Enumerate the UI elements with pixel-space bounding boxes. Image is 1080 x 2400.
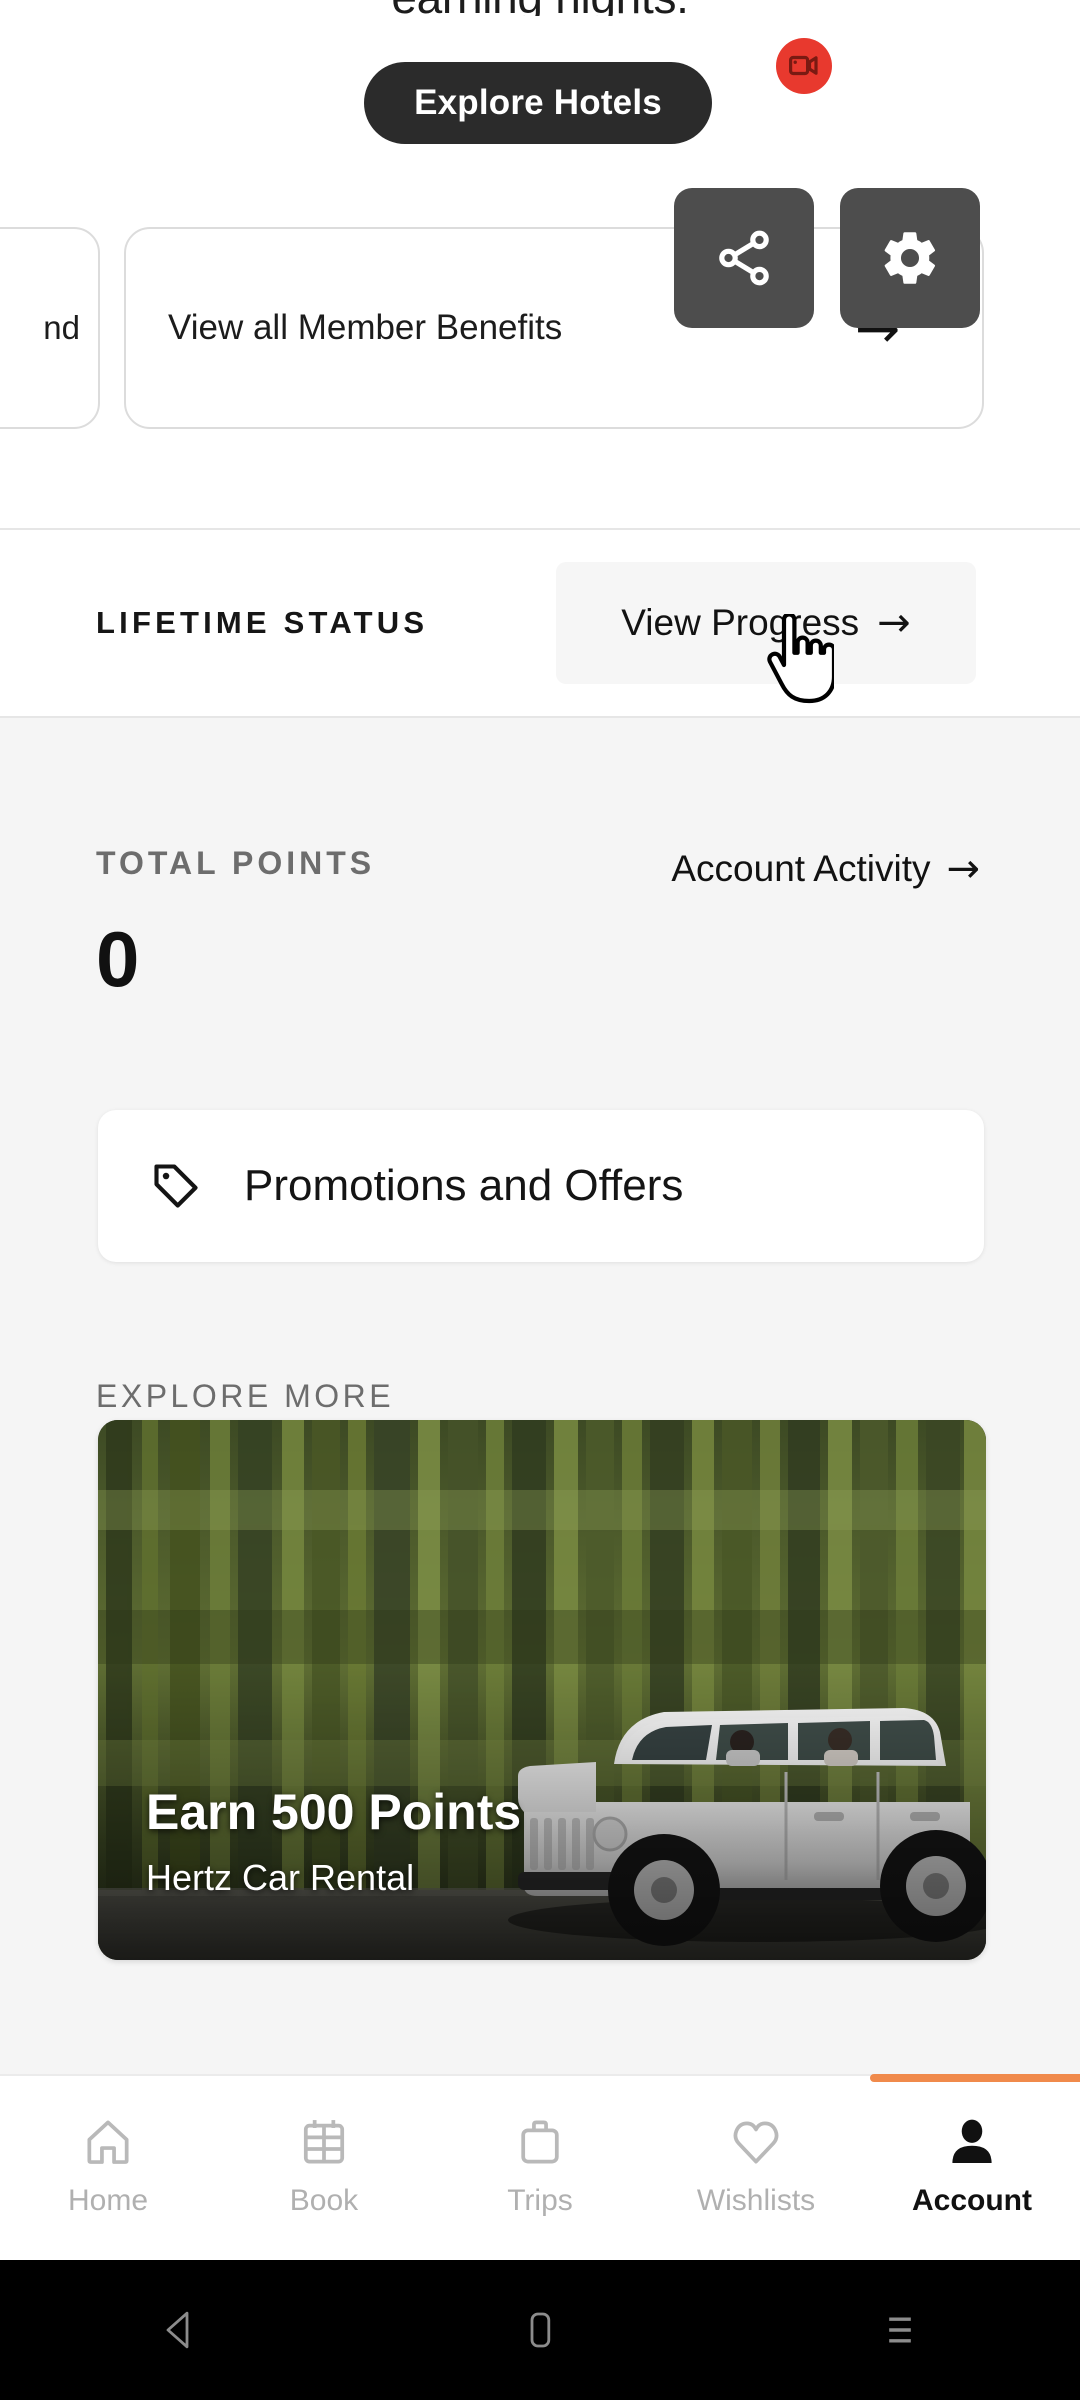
calendar-icon bbox=[303, 2120, 345, 2164]
tab-book-label: Book bbox=[289, 2184, 359, 2217]
promotions-and-offers-label: Promotions and Offers bbox=[244, 1161, 684, 1210]
suitcase-icon bbox=[521, 2120, 559, 2164]
explore-hotels-button[interactable]: Explore Hotels bbox=[364, 62, 712, 144]
android-back-button[interactable] bbox=[100, 2260, 260, 2400]
tab-account[interactable]: Account bbox=[864, 2074, 1080, 2262]
gear-icon bbox=[884, 232, 936, 284]
tag-icon bbox=[154, 1164, 198, 1208]
carousel-card-partial[interactable]: nd bbox=[0, 227, 100, 429]
video-camera-icon bbox=[789, 55, 818, 76]
heart-icon bbox=[733, 2121, 779, 2164]
triangle-back-icon bbox=[166, 2311, 189, 2349]
carousel-card-partial-label: nd bbox=[43, 309, 80, 346]
top-white-section: earning nights. Explore Hotels nd View a… bbox=[0, 0, 1080, 528]
tab-trips[interactable]: Trips bbox=[432, 2076, 648, 2262]
person-icon bbox=[952, 2119, 992, 2163]
mouse-cursor-pointer bbox=[760, 612, 837, 711]
lifetime-status-label: LIFETIME STATUS bbox=[96, 605, 429, 640]
hertz-card-text: Earn 500 Points Hertz Car Rental bbox=[146, 1782, 521, 1904]
account-activity-label: Account Activity bbox=[671, 848, 931, 889]
rounded-square-home-icon bbox=[530, 2312, 551, 2348]
tab-wishlists-label: Wishlists bbox=[696, 2184, 816, 2217]
tab-wishlists[interactable]: Wishlists bbox=[648, 2076, 864, 2262]
home-icon bbox=[87, 2120, 129, 2164]
explore-more-card-hertz[interactable]: Earn 500 Points Hertz Car Rental bbox=[98, 1420, 986, 1960]
account-activity-arrow-icon: → bbox=[946, 846, 980, 892]
bottom-tab-bar: Home Book Trips Wishlists Account bbox=[0, 2074, 1080, 2260]
tab-home[interactable]: Home bbox=[0, 2076, 216, 2262]
partial-heading-text: earning nights. bbox=[0, 0, 1080, 16]
promotions-and-offers-button[interactable]: Promotions and Offers bbox=[98, 1110, 984, 1262]
settings-button[interactable] bbox=[840, 188, 980, 328]
android-system-nav-bar bbox=[0, 2260, 1080, 2400]
app-screen: earning nights. Explore Hotels nd View a… bbox=[0, 0, 1080, 2400]
android-recents-button[interactable] bbox=[820, 2260, 980, 2400]
tab-book[interactable]: Book bbox=[216, 2076, 432, 2262]
tab-account-label: Account bbox=[912, 2184, 1032, 2217]
hertz-card-subtitle: Hertz Car Rental bbox=[146, 1857, 415, 1898]
total-points-label: TOTAL POINTS bbox=[96, 845, 376, 881]
tab-trips-label: Trips bbox=[507, 2184, 573, 2217]
account-activity-link[interactable]: Account Activity → bbox=[620, 836, 980, 902]
tab-home-label: Home bbox=[67, 2184, 149, 2217]
share-button[interactable] bbox=[674, 188, 814, 328]
hertz-card-title: Earn 500 Points bbox=[146, 1784, 522, 1840]
view-progress-arrow-icon: → bbox=[877, 600, 911, 646]
screen-recording-badge bbox=[776, 38, 832, 94]
hamburger-recents-icon bbox=[889, 2317, 911, 2343]
explore-more-label: EXPLORE MORE bbox=[96, 1378, 395, 1414]
lifetime-status-section: LIFETIME STATUS View Progress → bbox=[0, 528, 1080, 718]
pointing-hand-cursor-icon bbox=[767, 612, 837, 704]
view-all-member-benefits-label: View all Member Benefits bbox=[168, 308, 563, 347]
share-icon bbox=[719, 230, 769, 286]
total-points-value: 0 bbox=[96, 915, 140, 1003]
android-home-button[interactable] bbox=[460, 2260, 620, 2400]
